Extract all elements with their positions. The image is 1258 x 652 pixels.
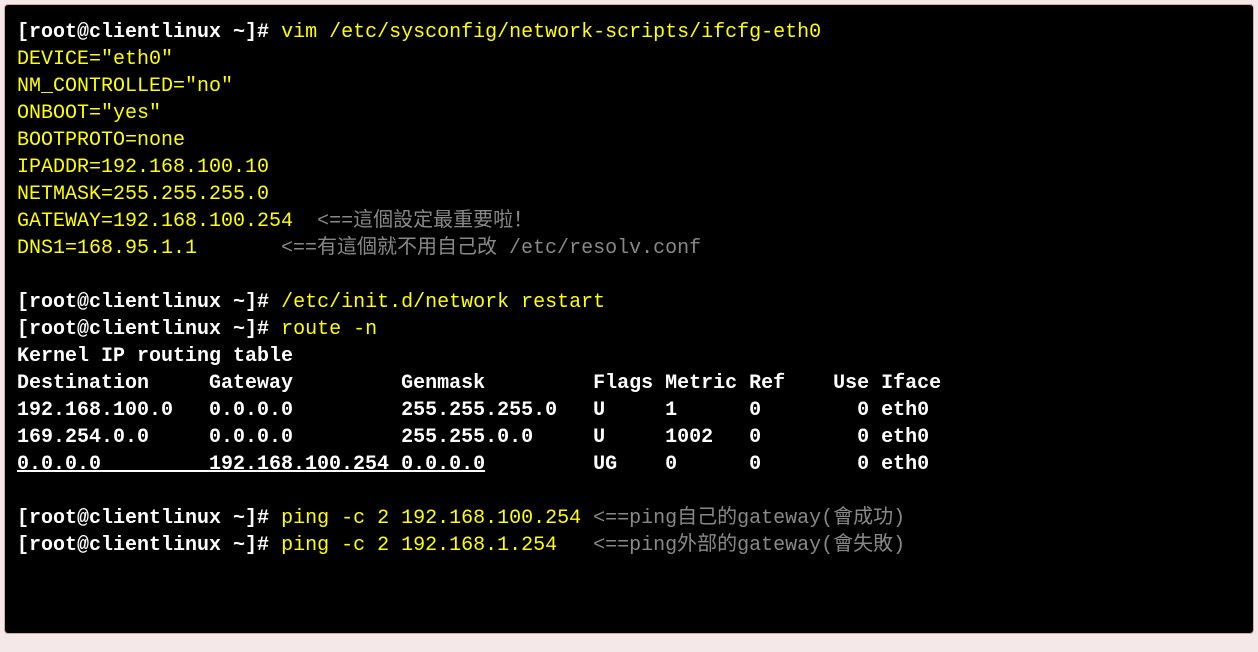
command: vim /etc/sysconfig/network-scripts/ifcfg… xyxy=(281,21,821,44)
config-line: IPADDR=192.168.100.10 xyxy=(17,156,269,179)
command: ping -c 2 192.168.100.254 xyxy=(281,507,581,530)
route-header: Destination Gateway Genmask Flags Metric… xyxy=(17,372,941,395)
route-row: UG 0 0 0 eth0 xyxy=(485,453,929,476)
config-line: GATEWAY=192.168.100.254 xyxy=(17,210,293,233)
shell-prompt: [root@clientlinux ~]# xyxy=(17,507,269,530)
inline-comment: <==這個設定最重要啦！ xyxy=(317,210,533,233)
config-line: NM_CONTROLLED="no" xyxy=(17,75,233,98)
config-line: ONBOOT="yes" xyxy=(17,102,161,125)
command: /etc/init.d/network restart xyxy=(281,291,605,314)
shell-prompt: [root@clientlinux ~]# xyxy=(17,21,269,44)
config-line: DEVICE="eth0" xyxy=(17,48,173,71)
command: ping -c 2 192.168.1.254 xyxy=(281,534,557,557)
command: route -n xyxy=(281,318,377,341)
inline-comment: <==ping自己的gateway(會成功) xyxy=(593,507,905,530)
config-line: NETMASK=255.255.255.0 xyxy=(17,183,269,206)
shell-prompt: [root@clientlinux ~]# xyxy=(17,318,269,341)
route-row: 169.254.0.0 0.0.0.0 255.255.0.0 U 1002 0… xyxy=(17,426,929,449)
shell-prompt: [root@clientlinux ~]# xyxy=(17,291,269,314)
config-line: DNS1=168.95.1.1 xyxy=(17,237,197,260)
route-title: Kernel IP routing table xyxy=(17,345,293,368)
route-row: 192.168.100.0 0.0.0.0 255.255.255.0 U 1 … xyxy=(17,399,929,422)
config-line: BOOTPROTO=none xyxy=(17,129,185,152)
route-row-underlined: 0.0.0.0 192.168.100.254 0.0.0.0 xyxy=(17,453,485,476)
inline-comment: <==有這個就不用自己改 /etc/resolv.conf xyxy=(281,237,701,260)
shell-prompt: [root@clientlinux ~]# xyxy=(17,534,269,557)
inline-comment: <==ping外部的gateway(會失敗) xyxy=(593,534,905,557)
terminal-window[interactable]: [root@clientlinux ~]# vim /etc/sysconfig… xyxy=(4,4,1254,634)
